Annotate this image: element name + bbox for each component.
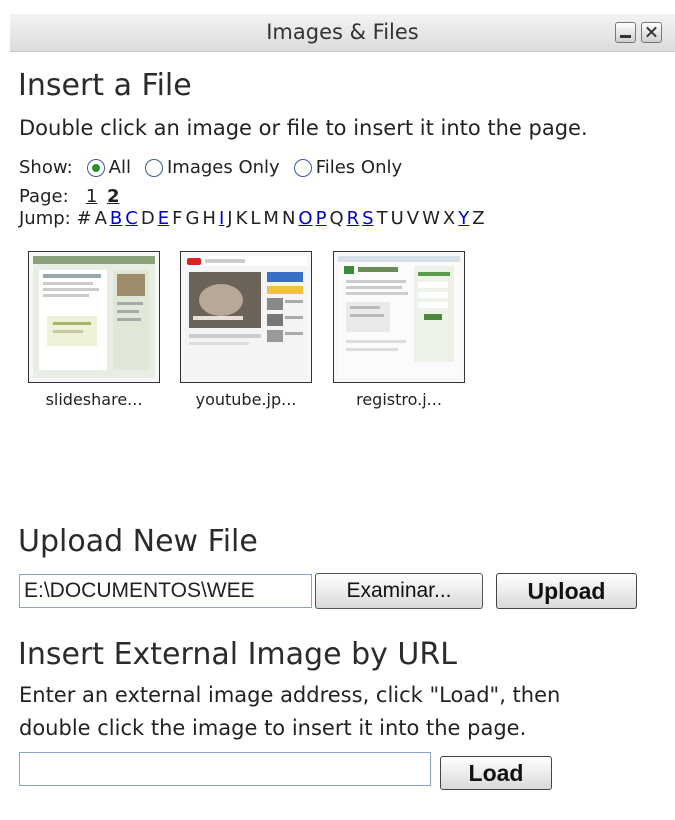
- jump-letter-i[interactable]: I: [219, 208, 224, 229]
- jump-letter-l: L: [250, 208, 261, 229]
- jump-letter-q: Q: [329, 208, 344, 229]
- registro-thumbnail-image: [338, 256, 460, 378]
- filter-all[interactable]: All: [86, 157, 131, 178]
- jump-letter-m: M: [263, 208, 279, 229]
- jump-letter-o[interactable]: O: [298, 208, 312, 229]
- jump-letter-f: F: [172, 208, 183, 229]
- insert-file-heading: Insert a File: [18, 68, 192, 103]
- external-image-heading: Insert External Image by URL: [18, 637, 457, 672]
- jump-letter-y[interactable]: Y: [458, 208, 469, 229]
- pagination-row: Page: 1 2: [19, 186, 124, 207]
- jump-letters: # A B C D E F G H I J K L M N O P Q R S T U V W X Y Z: [76, 208, 487, 229]
- window-title: Images & Files: [266, 20, 419, 44]
- filter-all-label: All: [108, 157, 131, 178]
- external-instructions-line1: Enter an external image address, click "…: [19, 683, 561, 707]
- file-label-youtube: youtube.jp...: [195, 390, 297, 409]
- jump-letter-r[interactable]: R: [347, 208, 360, 229]
- radio-icon[interactable]: [293, 158, 312, 177]
- jump-letter-w: W: [422, 208, 440, 229]
- file-path-input[interactable]: E:\DOCUMENTOS\WEE: [19, 574, 312, 608]
- slideshare-thumbnail-image: [33, 256, 155, 378]
- jump-letter-d: D: [140, 208, 155, 229]
- jump-letter-k: K: [235, 208, 248, 229]
- page-link-1[interactable]: 1: [86, 186, 97, 207]
- page-link-2[interactable]: 2: [107, 186, 120, 207]
- radio-icon[interactable]: [144, 158, 163, 177]
- filter-files-only[interactable]: Files Only: [293, 157, 403, 178]
- file-label-registro: registro.j...: [356, 390, 442, 409]
- file-label-slideshare: slideshare...: [45, 390, 143, 409]
- load-button[interactable]: Load: [440, 756, 552, 790]
- page-label: Page:: [19, 186, 69, 207]
- jump-letter-j: J: [227, 208, 233, 229]
- show-label: Show:: [19, 157, 73, 178]
- jump-label: Jump:: [19, 208, 71, 229]
- file-thumbnail-slideshare[interactable]: [28, 251, 160, 383]
- jump-letter-h: H: [202, 208, 216, 229]
- close-icon[interactable]: [641, 22, 662, 43]
- jump-letter-u: U: [390, 208, 404, 229]
- minimize-icon[interactable]: [615, 22, 636, 43]
- filter-images-only-label: Images Only: [166, 157, 280, 178]
- upload-button[interactable]: Upload: [496, 573, 637, 609]
- jump-letter-v: V: [406, 208, 420, 229]
- jump-letter-e[interactable]: E: [158, 208, 169, 229]
- external-instructions-line2: double click the image to insert it into…: [19, 716, 527, 740]
- browse-button[interactable]: Examinar...: [315, 573, 483, 609]
- jump-letter-p[interactable]: P: [316, 208, 327, 229]
- jump-letter-c[interactable]: C: [125, 208, 138, 229]
- jump-letter-n: N: [281, 208, 296, 229]
- radio-icon[interactable]: [86, 158, 105, 177]
- image-url-input[interactable]: [19, 752, 431, 786]
- jump-letter-x: X: [442, 208, 456, 229]
- jump-letter-hash: #: [76, 208, 92, 229]
- insert-file-instructions: Double click an image or file to insert …: [19, 116, 588, 140]
- jump-letter-z: Z: [472, 208, 485, 229]
- filter-images-only[interactable]: Images Only: [144, 157, 280, 178]
- youtube-thumbnail-image: [185, 256, 307, 378]
- filter-files-only-label: Files Only: [315, 157, 403, 178]
- upload-heading: Upload New File: [18, 524, 258, 559]
- window-titlebar: Images & Files: [10, 14, 675, 52]
- show-filter-row: Show: All Images Only Files Only: [19, 157, 402, 178]
- jump-letter-b[interactable]: B: [110, 208, 122, 229]
- file-thumbnail-registro[interactable]: [333, 251, 465, 383]
- jump-row: Jump: # A B C D E F G H I J K L M N O P Q R S T U V W X Y Z: [19, 208, 488, 229]
- file-thumbnail-youtube[interactable]: [180, 251, 312, 383]
- jump-letter-t: T: [376, 208, 388, 229]
- jump-letter-a: A: [94, 208, 107, 229]
- jump-letter-s[interactable]: S: [362, 208, 373, 229]
- jump-letter-g: G: [185, 208, 200, 229]
